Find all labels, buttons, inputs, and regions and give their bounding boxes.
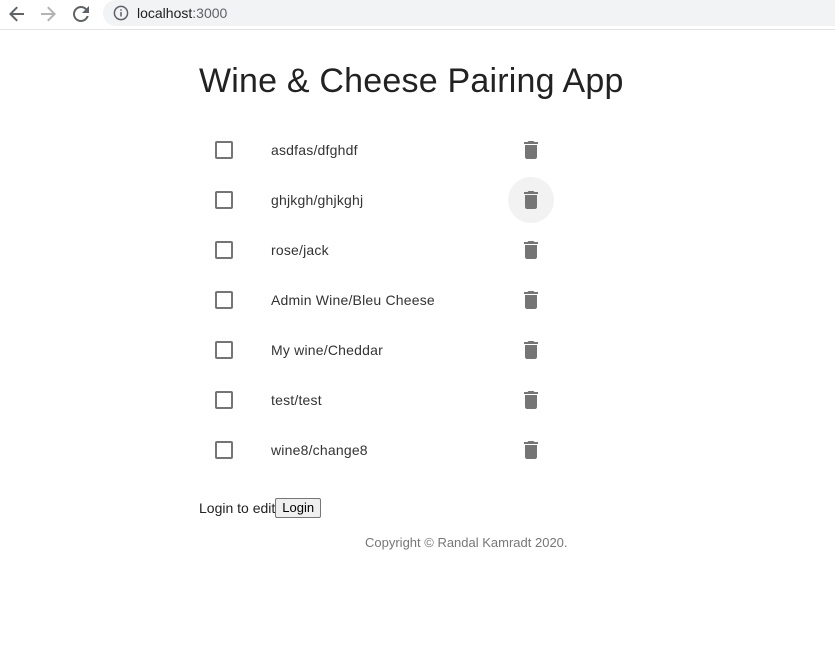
forward-button[interactable] — [37, 3, 59, 25]
pairing-label: ghjkgh/ghjkghj — [271, 192, 364, 208]
browser-toolbar: localhost:3000 — [0, 0, 835, 30]
pairing-label: asdfas/dfghdf — [271, 142, 358, 158]
arrow-right-icon — [41, 6, 56, 22]
url-text: localhost:3000 — [137, 5, 227, 21]
back-button[interactable] — [6, 3, 28, 25]
arrow-left-icon — [9, 6, 24, 22]
delete-button[interactable] — [508, 227, 554, 273]
trash-icon — [524, 291, 538, 309]
trash-icon — [524, 141, 538, 159]
copyright-footer: Copyright © Randal Kamradt 2020. — [365, 535, 568, 550]
trash-icon — [524, 191, 538, 209]
delete-button[interactable] — [508, 377, 554, 423]
reload-icon — [73, 6, 89, 22]
list-item: wine8/change8 — [199, 425, 579, 475]
address-bar[interactable]: localhost:3000 — [103, 0, 835, 26]
delete-button[interactable] — [508, 327, 554, 373]
reload-button[interactable] — [70, 3, 92, 25]
trash-icon — [524, 341, 538, 359]
delete-button[interactable] — [508, 177, 554, 223]
pairing-checkbox[interactable] — [215, 191, 233, 209]
list-item: My wine/Cheddar — [199, 325, 579, 375]
trash-icon — [524, 241, 538, 259]
pairing-checkbox[interactable] — [215, 391, 233, 409]
trash-icon — [524, 391, 538, 409]
list-item: test/test — [199, 375, 579, 425]
pairing-list: asdfas/dfghdf ghjkgh/ghjkghj rose/jack A… — [199, 125, 579, 475]
delete-button[interactable] — [508, 277, 554, 323]
delete-button[interactable] — [508, 427, 554, 473]
url-host: localhost — [137, 5, 193, 21]
list-item: rose/jack — [199, 225, 579, 275]
pairing-checkbox[interactable] — [215, 341, 233, 359]
pairing-label: test/test — [271, 392, 322, 408]
list-item: Admin Wine/Bleu Cheese — [199, 275, 579, 325]
page-title: Wine & Cheese Pairing App — [199, 62, 624, 100]
login-row: Login to edit Login — [199, 498, 322, 518]
pairing-label: My wine/Cheddar — [271, 342, 383, 358]
info-icon[interactable] — [113, 5, 129, 21]
delete-button[interactable] — [508, 127, 554, 173]
login-prompt: Login to edit — [199, 500, 276, 516]
url-port: :3000 — [192, 5, 228, 21]
trash-icon — [524, 441, 538, 459]
pairing-checkbox[interactable] — [215, 241, 233, 259]
list-item: asdfas/dfghdf — [199, 125, 579, 175]
pairing-label: Admin Wine/Bleu Cheese — [271, 292, 435, 308]
list-item: ghjkgh/ghjkghj — [199, 175, 579, 225]
pairing-checkbox[interactable] — [215, 441, 233, 459]
pairing-checkbox[interactable] — [215, 291, 233, 309]
pairing-checkbox[interactable] — [215, 141, 233, 159]
pairing-label: rose/jack — [271, 242, 329, 258]
login-button[interactable]: Login — [275, 498, 322, 518]
pairing-label: wine8/change8 — [271, 442, 368, 458]
